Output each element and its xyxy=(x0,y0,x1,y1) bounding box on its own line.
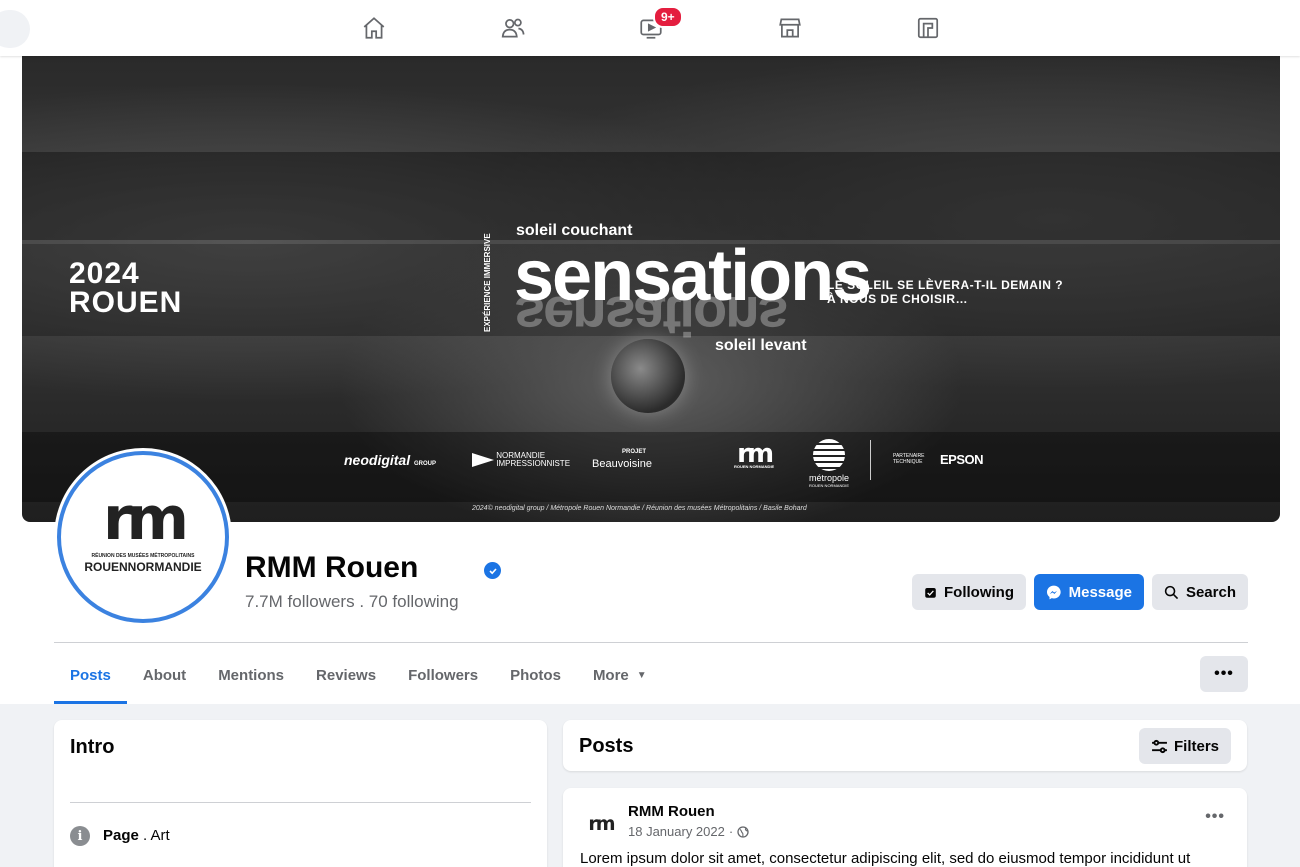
partenaire-technique-label: PARTENAIRE TECHNIQUE xyxy=(893,453,925,465)
more-options-button[interactable]: ••• xyxy=(1200,656,1248,692)
notification-badge: 9+ xyxy=(653,6,683,28)
beauvoisine-logo: PROJET Beauvoisine xyxy=(592,449,652,470)
intro-category: Page . Art xyxy=(103,827,170,844)
filters-button[interactable]: Filters xyxy=(1138,728,1231,764)
following-button[interactable]: Following xyxy=(912,574,1026,610)
marketplace-icon[interactable] xyxy=(774,12,806,44)
normandie-impressionniste-logo: NORMANDIE IMPRESSIONNISTE xyxy=(472,452,570,468)
posts-title: Posts xyxy=(579,735,634,757)
neodigital-logo: neodigital GROUP xyxy=(344,452,437,468)
profile-tabs: Posts About Mentions Reviews Followers P… xyxy=(54,646,663,704)
intro-divider xyxy=(70,802,531,803)
header-divider xyxy=(54,642,1248,643)
tab-mentions[interactable]: Mentions xyxy=(202,646,300,704)
tab-more[interactable]: More ▼ xyxy=(577,646,663,704)
message-button-label: Message xyxy=(1068,583,1132,601)
cover-tagline-line: LE SOLEIL SE LÈVERA-T-IL DEMAIN ? xyxy=(827,278,1064,292)
intro-category-label: Page xyxy=(103,827,139,844)
page-title: RMM Rouen xyxy=(245,551,419,584)
cover-year-number: 2024 xyxy=(69,257,140,290)
following-button-label: Following xyxy=(944,583,1014,601)
friends-icon[interactable] xyxy=(497,12,529,44)
post-author-avatar[interactable]: rm xyxy=(581,804,621,844)
tab-photos[interactable]: Photos xyxy=(494,646,577,704)
info-icon: i xyxy=(70,826,90,846)
post-timestamp[interactable]: 18 January 2022 · xyxy=(628,824,749,839)
cover-tagline: LE SOLEIL SE LÈVERA-T-IL DEMAIN ? À NOUS… xyxy=(827,278,1063,306)
cover-soleil-levant: soleil levant xyxy=(715,337,807,354)
verified-badge-icon xyxy=(484,562,501,579)
home-icon[interactable] xyxy=(358,12,390,44)
profile-avatar[interactable]: rm RÉUNION DES MUSÉES MÉTROPOLITAINS ROU… xyxy=(57,451,229,623)
search-pill[interactable] xyxy=(0,10,30,48)
avatar-subtitle: RÉUNION DES MUSÉES MÉTROPOLITAINS xyxy=(91,552,195,559)
post-author-name[interactable]: RMM Rouen xyxy=(628,803,715,820)
post-body-text: Lorem ipsum dolor sit amet, consectetur … xyxy=(580,850,1191,867)
cover-city: ROUEN xyxy=(69,286,183,319)
follower-count[interactable]: 7.7M followers . 70 following xyxy=(245,592,459,612)
tab-posts[interactable]: Posts xyxy=(54,646,127,704)
intro-card: Intro i Page . Art xyxy=(54,720,547,867)
cover-vertical-text: EXPÉRIENCE IMMERSIVE xyxy=(483,233,492,332)
post-card: rm RMM Rouen 18 January 2022 · ••• Lorem… xyxy=(563,788,1247,867)
intro-category-value: . Art xyxy=(138,827,170,844)
profile-header: 2024 ROUEN soleil couchant sensations se… xyxy=(0,56,1300,704)
cover-band xyxy=(22,152,1280,240)
cover-year: 2024 ROUEN xyxy=(69,257,183,319)
filters-icon xyxy=(1152,739,1167,753)
avatar-name: ROUENNORMANDIE xyxy=(84,559,202,574)
tab-about[interactable]: About xyxy=(127,646,202,704)
rm-logo: rm ROUEN NORMANDIE xyxy=(734,439,775,469)
logo-divider xyxy=(870,440,871,480)
filters-label: Filters xyxy=(1173,737,1219,755)
avatar-logo: rm xyxy=(102,483,189,554)
intro-title: Intro xyxy=(70,736,115,758)
search-button[interactable]: Search xyxy=(1152,574,1248,610)
post-avatar-logo: rm xyxy=(588,813,615,835)
epson-logo: EPSON xyxy=(940,452,984,467)
search-button-label: Search xyxy=(1185,583,1236,601)
search-icon xyxy=(1164,585,1179,599)
globe-icon xyxy=(737,825,749,838)
caret-down-icon: ▼ xyxy=(636,669,647,681)
posts-header-card: Posts Filters xyxy=(563,720,1247,771)
top-navigation: 9+ xyxy=(0,0,1300,56)
gaming-icon[interactable] xyxy=(912,12,944,44)
message-button[interactable]: Message xyxy=(1034,574,1144,610)
following-check-icon xyxy=(925,587,936,598)
messenger-icon xyxy=(1046,585,1061,599)
cover-globe-illustration xyxy=(611,339,685,413)
tab-followers[interactable]: Followers xyxy=(392,646,494,704)
video-icon[interactable]: 9+ xyxy=(635,6,683,44)
cover-tagline-line: À NOUS DE CHOISIR… xyxy=(827,292,969,306)
post-date-separator: · xyxy=(728,824,734,839)
post-date-text: 18 January 2022 xyxy=(628,824,725,839)
cover-photo[interactable]: 2024 ROUEN soleil couchant sensations se… xyxy=(22,56,1280,522)
tab-reviews[interactable]: Reviews xyxy=(300,646,392,704)
cover-credit: 2024© neodigital group / Métropole Rouen… xyxy=(472,505,807,512)
metropole-logo: métropole ROUEN NORMANDIE xyxy=(809,439,849,488)
post-options-button[interactable]: ••• xyxy=(1205,808,1225,826)
tab-more-label: More xyxy=(592,666,629,684)
